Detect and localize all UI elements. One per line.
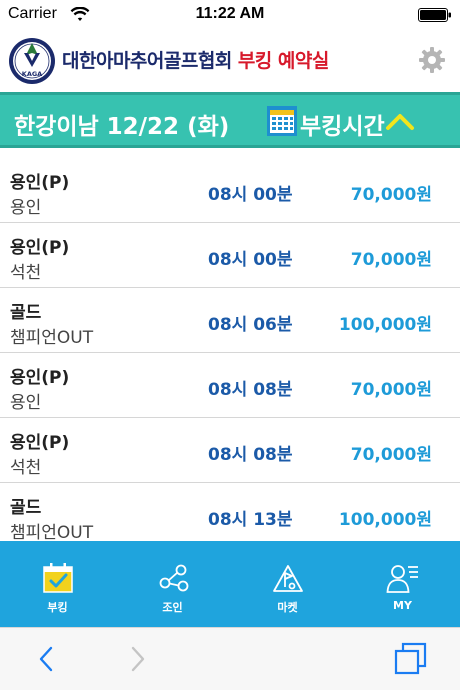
booking-row[interactable]: 골드 챔피언OUT 08시 13분 100,000원 bbox=[0, 483, 460, 541]
booking-row[interactable]: 용인(P) 석천 08시 00분 70,000원 bbox=[0, 223, 460, 288]
sub-course-name: 석천 bbox=[10, 458, 42, 478]
tee-time: 08시 06분 bbox=[208, 315, 293, 335]
green-fee: 100,000원 bbox=[338, 510, 432, 530]
sub-course-name: 용인 bbox=[10, 393, 42, 413]
tab-market[interactable]: 마켓 bbox=[230, 541, 345, 627]
sub-course-name: 석천 bbox=[10, 263, 42, 283]
tab-label: 조인 bbox=[162, 601, 183, 614]
tee-time: 08시 00분 bbox=[208, 185, 293, 205]
org-name: 대한아마추어골프협회 bbox=[62, 50, 232, 72]
course-name: 용인(P) bbox=[10, 433, 70, 453]
sub-course-name: 용인 bbox=[10, 198, 42, 218]
tabs-icon[interactable] bbox=[394, 642, 428, 676]
sub-course-name: 챔피언OUT bbox=[10, 523, 94, 541]
section-label: 부킹시간 bbox=[300, 114, 385, 140]
tab-label: MY bbox=[393, 599, 412, 612]
green-fee: 100,000원 bbox=[338, 315, 432, 335]
golf-market-icon bbox=[273, 565, 303, 592]
green-fee: 70,000원 bbox=[350, 185, 432, 205]
kaga-logo: KAGA bbox=[9, 38, 55, 84]
course-name: 골드 bbox=[10, 498, 42, 518]
chevron-up-icon[interactable] bbox=[385, 110, 415, 132]
booking-row[interactable]: 용인(P) 석천 08시 08분 70,000원 bbox=[0, 418, 460, 483]
date-title: 한강이남 12/22 (화) bbox=[14, 114, 230, 140]
status-bar: Carrier 11:22 AM bbox=[0, 0, 460, 30]
green-fee: 70,000원 bbox=[350, 250, 432, 270]
tab-join[interactable]: 조인 bbox=[115, 541, 230, 627]
app-header: KAGA 대한아마추어골프협회 부킹 예약실 bbox=[0, 30, 460, 92]
browser-toolbar bbox=[0, 627, 460, 690]
tab-my[interactable]: MY bbox=[345, 541, 460, 627]
battery-icon bbox=[418, 8, 451, 22]
logo-text: KAGA bbox=[22, 70, 42, 78]
tee-time: 08시 08분 bbox=[208, 445, 293, 465]
tee-time: 08시 00분 bbox=[208, 250, 293, 270]
tab-booking[interactable]: 부킹 bbox=[0, 541, 115, 627]
tee-time: 08시 08분 bbox=[208, 380, 293, 400]
booking-row[interactable]: 용인(P) 용인 08시 08분 70,000원 bbox=[0, 353, 460, 418]
calendar-check-icon bbox=[43, 563, 73, 593]
course-name: 용인(P) bbox=[10, 173, 70, 193]
tee-time: 08시 13분 bbox=[208, 510, 293, 530]
page-name: 부킹 예약실 bbox=[237, 50, 330, 72]
booking-row[interactable]: 골드 챔피언OUT 08시 06분 100,000원 bbox=[0, 288, 460, 353]
course-name: 용인(P) bbox=[10, 238, 70, 258]
back-arrow-icon[interactable] bbox=[36, 644, 56, 674]
calendar-icon[interactable] bbox=[267, 106, 297, 136]
booking-list: 용인(P) 용인 08시 00분 70,000원 용인(P) 석천 08시 00… bbox=[0, 158, 460, 541]
date-title-bar: 한강이남 12/22 (화) 부킹시간 bbox=[0, 92, 460, 148]
bottom-tab-bar: 부킹 조인 마켓 MY bbox=[0, 541, 460, 627]
booking-row[interactable]: 용인(P) 용인 08시 00분 70,000원 bbox=[0, 158, 460, 223]
green-fee: 70,000원 bbox=[350, 445, 432, 465]
app-title: 대한아마추어골프협회 부킹 예약실 bbox=[62, 46, 329, 73]
gear-icon[interactable] bbox=[418, 46, 446, 74]
tab-label: 마켓 bbox=[277, 601, 298, 614]
status-time: 11:22 AM bbox=[195, 5, 265, 22]
course-name: 용인(P) bbox=[10, 368, 70, 388]
sub-course-name: 챔피언OUT bbox=[10, 328, 94, 348]
green-fee: 70,000원 bbox=[350, 380, 432, 400]
forward-arrow-icon[interactable] bbox=[128, 644, 148, 674]
tab-label: 부킹 bbox=[47, 601, 68, 614]
share-network-icon bbox=[159, 564, 189, 592]
course-name: 골드 bbox=[10, 303, 42, 323]
user-profile-icon bbox=[386, 565, 418, 593]
